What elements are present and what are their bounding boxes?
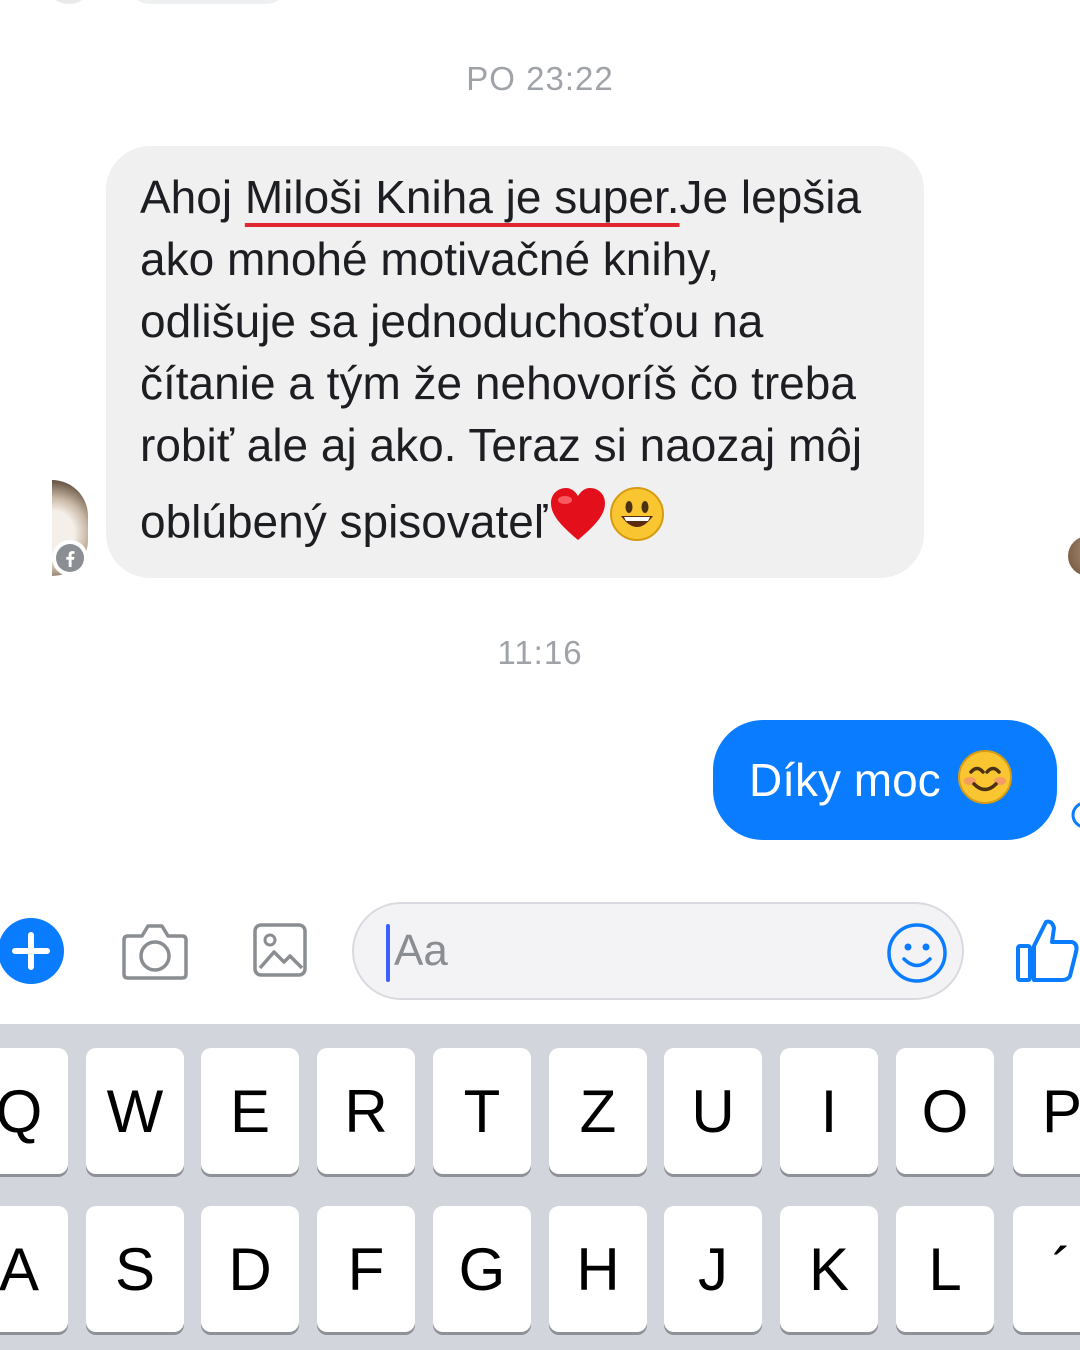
key-l[interactable]: L <box>896 1206 994 1332</box>
timestamp: PO 23:22 <box>466 60 614 97</box>
key-d[interactable]: D <box>201 1206 299 1332</box>
key-h[interactable]: H <box>549 1206 647 1332</box>
key-acute-accent[interactable]: ´ <box>1013 1206 1080 1332</box>
key-t[interactable]: T <box>433 1048 531 1174</box>
message-line: oblúbený spisovateľ <box>140 487 894 561</box>
key-i[interactable]: I <box>780 1048 878 1174</box>
key-q[interactable]: Q <box>0 1048 68 1174</box>
outgoing-message-bubble[interactable]: Díky moc <box>713 720 1057 840</box>
message-input[interactable]: Aa <box>352 902 964 1000</box>
key-p[interactable]: P <box>1013 1048 1080 1174</box>
underlined-text: Miloši Kniha je super. <box>244 171 680 223</box>
camera-icon[interactable] <box>120 920 190 982</box>
plus-icon[interactable] <box>0 918 64 984</box>
previous-message-fragment <box>128 0 288 4</box>
message-line: čítanie a tým že nehovoríš čo treba <box>140 357 856 409</box>
key-j[interactable]: J <box>664 1206 762 1332</box>
image-icon[interactable] <box>252 920 308 980</box>
smiley-icon[interactable] <box>886 922 948 984</box>
key-z[interactable]: Z <box>549 1048 647 1174</box>
timestamp: 11:16 <box>497 634 583 671</box>
on-screen-keyboard: Q W E R T Z U I O P A S D F G H J K L ´ <box>0 1024 1080 1350</box>
key-a[interactable]: A <box>0 1206 68 1332</box>
red-heart-icon <box>549 486 607 557</box>
key-g[interactable]: G <box>433 1206 531 1332</box>
previous-avatar-fragment <box>52 0 86 4</box>
key-e[interactable]: E <box>201 1048 299 1174</box>
message-input-placeholder: Aa <box>394 926 448 975</box>
key-k[interactable]: K <box>780 1206 878 1332</box>
messenger-chat-screen: PO 23:22 Ahoj Miloši Kniha je super.Je l… <box>0 0 1080 1350</box>
read-receipt-avatar <box>1068 536 1080 576</box>
key-s[interactable]: S <box>86 1206 184 1332</box>
message-line: ako mnohé motivačné knihy, <box>140 233 720 285</box>
key-r[interactable]: R <box>317 1048 415 1174</box>
key-w[interactable]: W <box>86 1048 184 1174</box>
sent-status-icon <box>1070 800 1080 830</box>
composer-bar: Aa <box>0 890 1080 1024</box>
incoming-message-bubble[interactable]: Ahoj Miloši Kniha je super.Je lepšia ako… <box>106 146 924 578</box>
facebook-badge-icon <box>52 540 88 576</box>
outgoing-message-text: Díky moc <box>749 754 941 806</box>
key-o[interactable]: O <box>896 1048 994 1174</box>
message-line: odlišuje sa jednoduchosťou na <box>140 295 764 347</box>
text-caret <box>386 924 390 982</box>
grinning-face-icon <box>609 486 665 557</box>
key-f[interactable]: F <box>317 1206 415 1332</box>
message-line: Ahoj Miloši Kniha je super.Je lepšia <box>140 171 862 223</box>
smiling-face-icon <box>957 749 1013 816</box>
message-line: robiť ale aj ako. Teraz si naozaj môj <box>140 419 863 471</box>
thumbs-up-icon[interactable] <box>1012 916 1080 984</box>
key-u[interactable]: U <box>664 1048 762 1174</box>
